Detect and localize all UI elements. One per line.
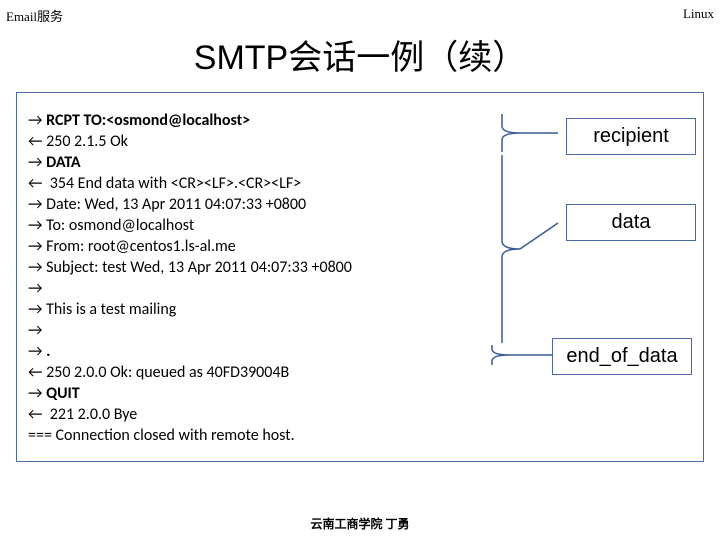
slide-title: SMTP会话一例（续）: [0, 30, 720, 79]
line-12-dot: .: [46, 342, 50, 361]
line-6: → To: osmond@localhost: [28, 216, 194, 235]
label-recipient: recipient: [566, 118, 696, 155]
line-5: → Date: Wed, 13 Apr 2011 04:07:33 +0800: [28, 195, 306, 214]
line-1-pre: →: [28, 111, 46, 130]
line-3-pre: →: [28, 153, 46, 172]
smtp-session-text: → RCPT TO:<osmond@localhost> ← 250 2.1.5…: [28, 110, 352, 446]
line-14-pre: →: [28, 384, 46, 403]
line-9: →: [28, 279, 42, 298]
label-end: end_of_data: [552, 338, 692, 375]
line-2: ← 250 2.1.5 Ok: [28, 132, 128, 151]
line-16: === Connection closed with remote host.: [28, 426, 295, 445]
line-8: → Subject: test Wed, 13 Apr 2011 04:07:3…: [28, 258, 352, 277]
line-15: ← 221 2.0.0 Bye: [28, 405, 137, 424]
line-3-cmd: DATA: [46, 153, 81, 172]
line-14-cmd: QUIT: [46, 384, 80, 403]
header-right: Linux: [683, 6, 714, 22]
line-4: ← 354 End data with <CR><LF>.<CR><LF>: [28, 174, 301, 193]
footer-text: 云南工商学院 丁勇: [0, 515, 720, 532]
bracket-recipient-icon: [500, 112, 560, 154]
bracket-data-icon: [500, 153, 560, 345]
line-10: → This is a test mailing: [28, 300, 176, 319]
line-7: → From: root@centos1.ls-al.me: [28, 237, 236, 256]
label-data: data: [566, 204, 696, 241]
line-11: →: [28, 321, 42, 340]
header-left: Email服务: [6, 6, 63, 25]
line-12-pre: →: [28, 342, 46, 361]
line-1-cmd: RCPT TO:<osmond@localhost>: [46, 111, 250, 130]
bracket-end-icon: [490, 343, 560, 367]
line-13: ← 250 2.0.0 Ok: queued as 40FD39004B: [28, 363, 289, 382]
